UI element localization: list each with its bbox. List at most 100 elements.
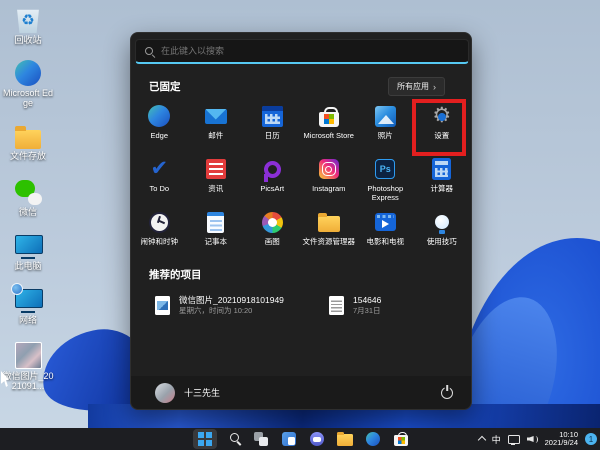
system-tray: 中 10:10 2021/9/24 1 <box>479 428 597 450</box>
taskbar: 中 10:10 2021/9/24 1 <box>0 428 600 450</box>
folder-icon <box>318 216 340 232</box>
app-microsoft-store[interactable]: Microsoft Store <box>301 101 358 154</box>
user-account-button[interactable]: 十三先生 <box>155 383 220 403</box>
edge-icon <box>366 432 380 446</box>
app-alarms-clock[interactable]: 闹钟和时钟 <box>131 207 188 260</box>
network-icon <box>14 288 42 313</box>
folder-icon <box>337 434 353 446</box>
wechat-icon <box>15 180 42 205</box>
store-bag-icon <box>319 112 339 127</box>
clock[interactable]: 10:10 2021/9/24 <box>545 431 578 448</box>
user-name: 十三先生 <box>184 386 220 399</box>
chat-button[interactable] <box>305 429 329 449</box>
recommended-item[interactable]: 微信图片_20210918101949 星期六，时间为 10:20 <box>155 295 284 316</box>
edge-button[interactable] <box>361 429 385 449</box>
desktop-icon-edge[interactable]: Microsoft Edge <box>0 60 56 108</box>
desktop-icon-wechat-image[interactable]: 微信图片_2021091... <box>0 342 56 391</box>
desktop-icon-this-pc[interactable]: 此电脑 <box>0 234 56 271</box>
search-input[interactable] <box>161 46 459 56</box>
tray-overflow-chevron-icon[interactable] <box>477 436 485 444</box>
app-news[interactable]: 资讯 <box>188 154 245 207</box>
checkmark-icon <box>150 158 168 180</box>
desktop-icon-label: 网络 <box>19 315 37 325</box>
calculator-icon <box>432 158 451 180</box>
desktop: ♻ 回收站 Microsoft Edge 文件存放 微信 此电脑 网络 微信图片… <box>0 0 600 450</box>
all-apps-button[interactable]: 所有应用 › <box>388 77 445 96</box>
app-todo[interactable]: To Do <box>131 154 188 207</box>
desktop-icon-label: 微信图片_2021091... <box>1 371 55 391</box>
edge-icon <box>15 60 41 86</box>
desktop-icon-wechat[interactable]: 微信 <box>0 180 56 217</box>
edge-icon <box>148 105 170 127</box>
recommended-item[interactable]: 154646 7月31日 <box>329 295 381 316</box>
clock-icon <box>149 212 170 233</box>
image-thumbnail-icon <box>15 342 42 369</box>
ime-indicator[interactable]: 中 <box>492 433 501 446</box>
tray-date: 2021/9/24 <box>545 439 578 448</box>
folder-icon <box>15 130 41 149</box>
recommended-item-title: 154646 <box>353 295 381 306</box>
search-icon <box>145 47 153 55</box>
recommended-item-subtitle: 星期六，时间为 10:20 <box>179 306 284 316</box>
taskbar-icon-group <box>191 428 415 450</box>
photos-icon <box>375 106 396 127</box>
widgets-button[interactable] <box>277 429 301 449</box>
app-notepad[interactable]: 记事本 <box>188 207 245 260</box>
desktop-icon-label: Microsoft Edge <box>1 88 55 108</box>
recommended-item-title: 微信图片_20210918101949 <box>179 295 284 306</box>
calendar-icon <box>262 106 283 127</box>
start-menu: 已固定 所有应用 › Edge 邮件 日历 Microsoft Store <box>130 32 472 410</box>
app-mail[interactable]: 邮件 <box>188 101 245 154</box>
task-view-icon <box>254 432 268 446</box>
app-picsart[interactable]: PicsArt <box>244 154 301 207</box>
windows-logo-icon <box>198 432 212 446</box>
file-explorer-button[interactable] <box>333 429 357 449</box>
app-settings[interactable]: 设置 <box>414 101 471 154</box>
lightbulb-icon <box>435 215 449 229</box>
search-box[interactable] <box>135 39 469 64</box>
mail-icon <box>205 109 227 124</box>
task-view-button[interactable] <box>249 429 273 449</box>
search-icon <box>230 433 239 442</box>
image-file-icon <box>155 296 170 315</box>
photoshop-icon <box>375 159 395 179</box>
paint-palette-icon <box>262 212 283 233</box>
notification-badge[interactable]: 1 <box>585 433 597 445</box>
instagram-icon <box>319 159 339 179</box>
app-calculator[interactable]: 计算器 <box>414 154 471 207</box>
volume-icon[interactable] <box>527 434 538 444</box>
text-file-icon <box>329 296 344 315</box>
play-icon <box>375 213 396 231</box>
app-edge[interactable]: Edge <box>131 101 188 154</box>
recycle-bin-icon: ♻ <box>15 6 41 33</box>
app-photos[interactable]: 照片 <box>357 101 414 154</box>
picsart-icon <box>264 161 281 178</box>
app-movies-tv[interactable]: 电影和电视 <box>357 207 414 260</box>
desktop-icon-files-folder[interactable]: 文件存放 <box>0 124 56 161</box>
app-photoshop-express[interactable]: Photoshop Express <box>357 154 414 207</box>
desktop-icon-network[interactable]: 网络 <box>0 288 56 325</box>
taskbar-search-button[interactable] <box>221 429 245 449</box>
news-icon <box>206 159 226 179</box>
pinned-apps-grid: Edge 邮件 日历 Microsoft Store 照片 设置 <box>131 101 470 260</box>
app-instagram[interactable]: Instagram <box>301 154 358 207</box>
app-file-explorer[interactable]: 文件资源管理器 <box>301 207 358 260</box>
start-button[interactable] <box>193 429 217 449</box>
app-tips[interactable]: 使用技巧 <box>414 207 471 260</box>
desktop-icon-label: 此电脑 <box>14 261 41 271</box>
app-paint[interactable]: 画图 <box>244 207 301 260</box>
pinned-section-title: 已固定 <box>149 79 181 94</box>
power-button[interactable] <box>441 387 453 399</box>
notepad-icon <box>207 212 224 233</box>
recommended-section-title: 推荐的项目 <box>149 267 202 282</box>
avatar <box>155 383 175 403</box>
store-button[interactable] <box>389 429 413 449</box>
monitor-icon <box>14 234 42 259</box>
chevron-right-icon: › <box>433 83 436 91</box>
app-calendar[interactable]: 日历 <box>244 101 301 154</box>
network-tray-icon[interactable] <box>508 435 520 444</box>
desktop-icon-label: 回收站 <box>14 35 41 45</box>
recommended-item-subtitle: 7月31日 <box>353 306 381 316</box>
widgets-icon <box>282 432 296 446</box>
desktop-icon-recycle-bin[interactable]: ♻ 回收站 <box>0 6 56 45</box>
